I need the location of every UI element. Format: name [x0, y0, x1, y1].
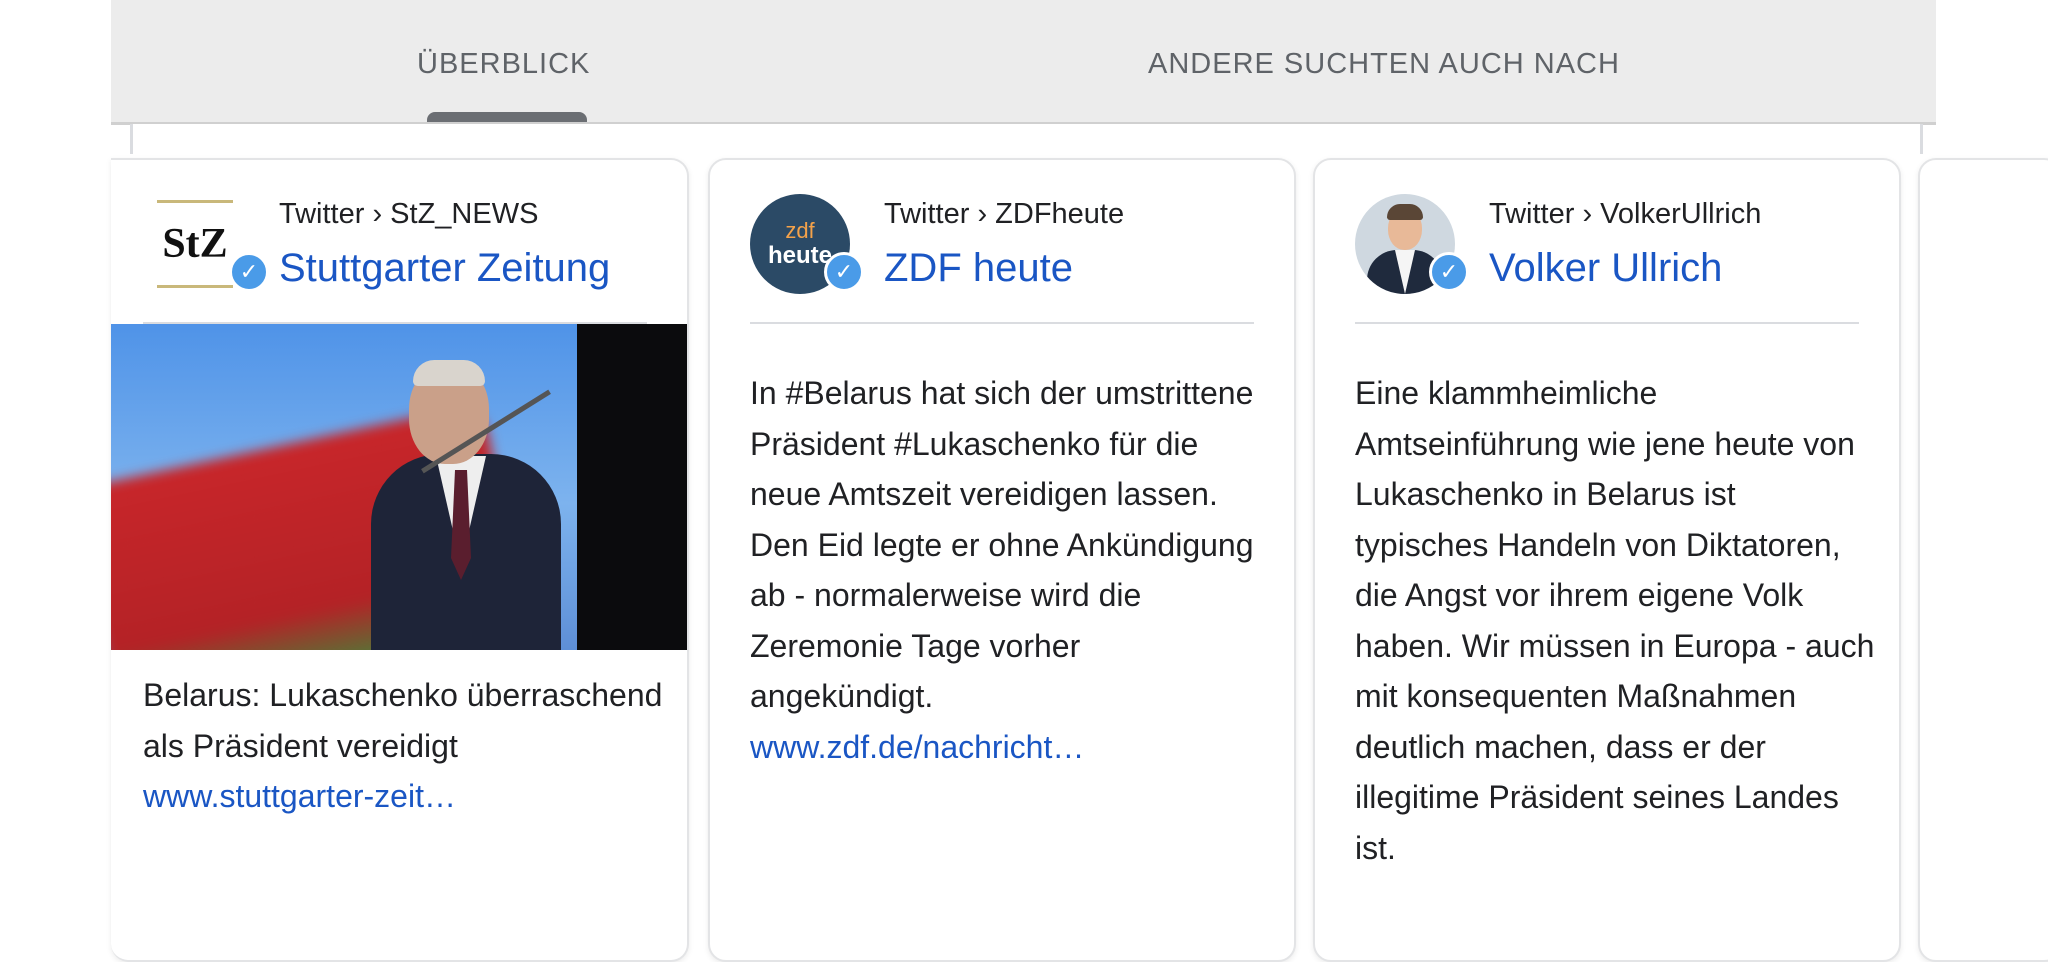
tweet-card-stz[interactable]: StZ ✓ Twitter › StZ_NEWS Stuttgarter Zei…	[111, 158, 689, 962]
card-header: zdf heute ✓ Twitter › ZDFheute ZDF heute	[710, 160, 1294, 324]
stz-logo-icon: StZ	[157, 200, 233, 288]
background-shape	[577, 324, 687, 650]
divider	[1355, 322, 1859, 324]
account-name-link[interactable]: ZDF heute	[884, 246, 1073, 291]
heute-logo-text: heute	[767, 242, 832, 269]
tweet-link[interactable]: www.zdf.de/nachricht…	[750, 729, 1084, 765]
tweet-card-volker-ullrich[interactable]: ✓ Twitter › VolkerUllrich Volker Ullrich…	[1313, 158, 1901, 962]
tweet-text: Belarus: Lukaschenko überraschend als Pr…	[143, 670, 663, 822]
tab-bar: ÜBERBLICK ANDERE SUCHTEN AUCH NACH	[111, 0, 1936, 125]
zdf-logo-text: zdf	[785, 218, 815, 243]
tweet-card-next[interactable]	[1918, 158, 2048, 962]
active-tab-indicator	[427, 112, 587, 122]
tweet-source[interactable]: Twitter › StZ_NEWS	[279, 198, 538, 231]
verified-check-icon: ✓	[229, 252, 269, 292]
tweet-text-body: Belarus: Lukaschenko überraschend als Pr…	[143, 677, 663, 764]
tweet-link[interactable]: www.stuttgarter-zeit…	[143, 778, 456, 814]
account-name-link[interactable]: Volker Ullrich	[1489, 246, 1722, 291]
person-hair-shape	[413, 360, 485, 386]
twitter-carousel[interactable]: StZ ✓ Twitter › StZ_NEWS Stuttgarter Zei…	[0, 158, 2048, 962]
tweet-source[interactable]: Twitter › ZDFheute	[884, 198, 1124, 231]
tab-overview[interactable]: ÜBERBLICK	[417, 48, 590, 81]
tweet-card-zdf[interactable]: zdf heute ✓ Twitter › ZDFheute ZDF heute…	[708, 158, 1296, 962]
divider	[750, 322, 1254, 324]
avatar[interactable]: zdf heute ✓	[750, 194, 864, 294]
avatar-hair-shape	[1387, 204, 1423, 220]
verified-check-icon: ✓	[824, 252, 864, 292]
card-header: StZ ✓ Twitter › StZ_NEWS Stuttgarter Zei…	[111, 160, 687, 324]
avatar[interactable]: ✓	[1355, 194, 1469, 294]
tweet-source[interactable]: Twitter › VolkerUllrich	[1489, 198, 1761, 231]
panel-frame	[130, 124, 1923, 154]
tab-related-searches[interactable]: ANDERE SUCHTEN AUCH NACH	[1148, 48, 1620, 81]
avatar[interactable]: StZ ✓	[155, 194, 269, 294]
tweet-image[interactable]	[111, 324, 687, 650]
tweet-text: Eine klammheimliche Amtseinführung wie j…	[1355, 375, 1875, 866]
tweet-text: In #Belarus hat sich der umstrittene Prä…	[750, 368, 1270, 772]
verified-check-icon: ✓	[1429, 252, 1469, 292]
card-header: ✓ Twitter › VolkerUllrich Volker Ullrich	[1315, 160, 1899, 324]
account-name-link[interactable]: Stuttgarter Zeitung	[279, 246, 610, 291]
tweet-text-body: In #Belarus hat sich der umstrittene Prä…	[750, 375, 1254, 714]
